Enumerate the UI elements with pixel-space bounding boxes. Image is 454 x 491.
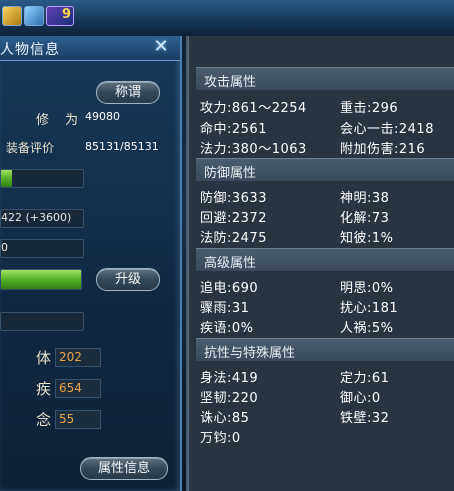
section-attack-header: 攻击属性 [196,67,454,90]
attr-heavy-strike: 重击:296 [340,101,399,116]
stat-field-b: 0 [0,239,84,258]
top-status-bar: 9 [0,0,454,36]
section-title: 抗性与特殊属性 [204,346,296,361]
stat-field-a: 422 (+3600) [0,209,84,228]
section-defense-header: 防御属性 [196,158,454,181]
attr-magic-defense: 法防:2475 [200,231,267,246]
cultivation-label-2: 为 [65,113,79,128]
attribute-detail-panel: 攻击属性 攻力:861～2254 重击:296 命中:2561 会心一击:241… [186,36,454,491]
attr-defense: 防御:3633 [200,191,267,206]
attr-thunder-weight: 万钧:0 [200,431,241,446]
attr-mind-guard: 御心:0 [340,391,381,406]
attr-calamity: 人祸:5% [340,321,394,336]
section-resistance-header: 抗性与特殊属性 [196,338,454,361]
panel-title: 人物信息 [0,42,60,58]
stat-box-body: 202 [55,348,101,367]
attr-heart-pierce: 诛心:85 [200,411,250,426]
buff-icon[interactable] [2,6,22,26]
attribute-info-button[interactable]: 属性信息 [80,457,168,480]
panel-title-bar: 人物信息 ✕ [0,36,180,61]
stat-field-c [0,312,84,331]
attr-extra-damage: 附加伤害:216 [340,142,426,157]
attr-tenacity: 坚韧:220 [200,391,259,406]
stat-label-body: 体 [36,349,52,367]
equip-rating-value: 85131/85131 [85,140,159,153]
section-title: 攻击属性 [204,75,257,90]
attr-critical: 会心一击:2418 [340,122,434,137]
attr-hit: 命中:2561 [200,122,267,137]
attr-iron-wall: 铁壁:32 [340,411,390,426]
equip-rating-label: 装备评价 [6,141,55,155]
stat-label-swift: 疾 [36,380,52,398]
exp-bar [0,269,82,290]
attr-storm: 骤雨:31 [200,301,250,316]
attr-disrupt: 扰心:181 [340,301,399,316]
attr-resolve: 化解:73 [340,211,390,226]
attr-clarity: 明思:0% [340,281,394,296]
attr-dodge: 回避:2372 [200,211,267,226]
section-title: 防御属性 [204,166,257,181]
attr-quick-cast: 疾语:0% [200,321,254,336]
cultivation-value: 49080 [85,110,120,123]
skill-icon[interactable] [24,6,44,26]
stat-box-mind: 55 [55,410,101,429]
cultivation-label: 修 [36,113,50,128]
game-screen: 9 人物信息 ✕ 称谓 修 为 49080 装备评价 85131/85131 4… [0,0,454,491]
attr-insight: 知彼:1% [340,231,394,246]
upgrade-button[interactable]: 升级 [96,268,160,291]
section-title: 高级属性 [204,256,257,271]
stat-box-swift: 654 [55,379,101,398]
attr-agility: 身法:419 [200,371,259,386]
title-button[interactable]: 称谓 [96,81,160,104]
close-icon[interactable]: ✕ [152,38,170,56]
stat-label-mind: 念 [36,411,52,429]
hp-bar [0,169,84,188]
character-info-panel: 人物信息 ✕ 称谓 修 为 49080 装备评价 85131/85131 422… [0,36,182,491]
attr-focus: 定力:61 [340,371,390,386]
section-advanced-header: 高级属性 [196,248,454,271]
vip-level-icon[interactable]: 9 [46,6,74,26]
attr-lightning: 追电:690 [200,281,259,296]
attr-magic-power: 法力:380～1063 [200,142,307,157]
attr-attack-power: 攻力:861～2254 [200,101,307,116]
attr-divine: 神明:38 [340,191,390,206]
